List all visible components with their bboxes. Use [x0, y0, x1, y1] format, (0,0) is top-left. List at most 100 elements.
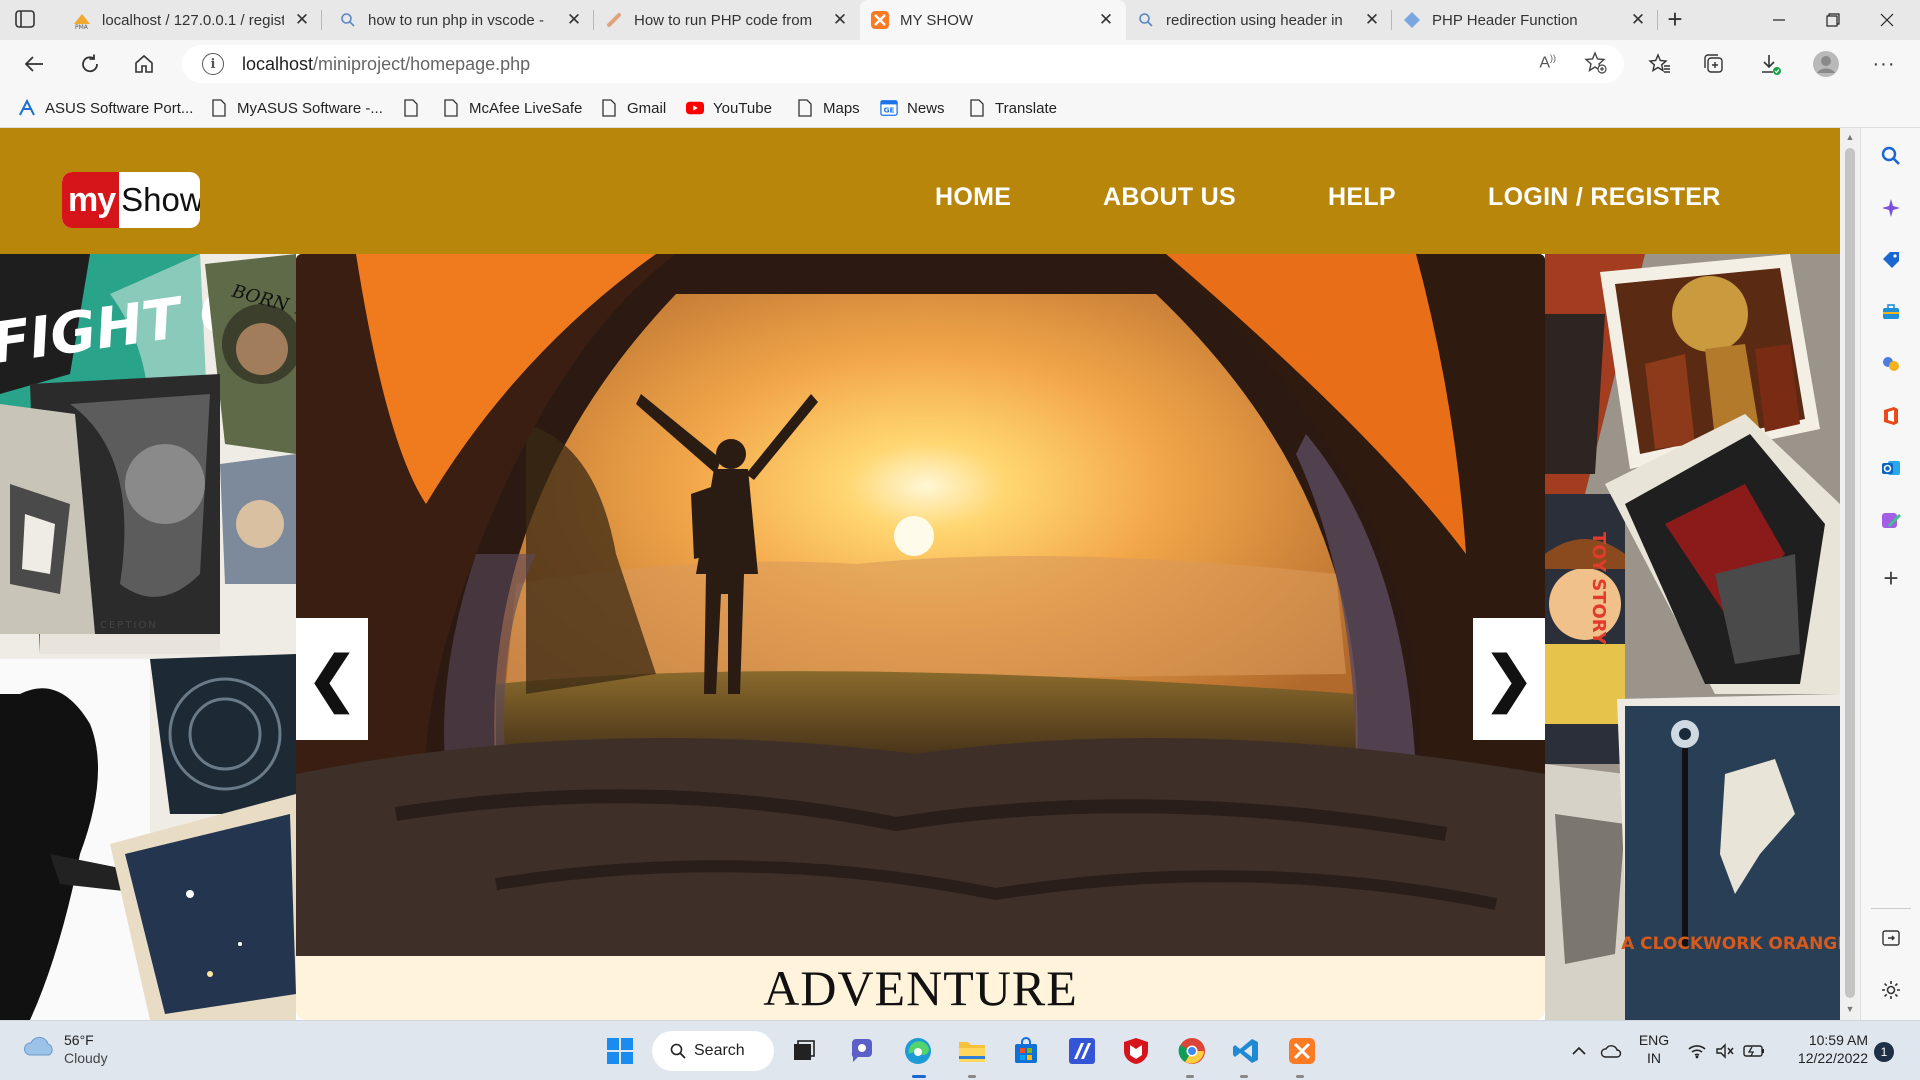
tray-overflow-icon[interactable]: [1564, 1033, 1594, 1069]
minimize-icon[interactable]: [1752, 0, 1806, 40]
weather-widget[interactable]: 56°F Cloudy: [64, 1031, 108, 1067]
nav-home[interactable]: HOME: [935, 183, 1011, 212]
favorites-icon[interactable]: [1644, 48, 1676, 80]
favorite-mcafee[interactable]: McAfee LiveSafe: [442, 96, 582, 120]
page-viewport: my Show FIGHT CLUB BORN TO REBEL CEPTION: [0, 128, 1840, 1020]
vscode-icon[interactable]: [1228, 1033, 1264, 1069]
close-tab-icon[interactable]: ✕: [830, 10, 850, 30]
close-tab-icon[interactable]: ✕: [564, 10, 584, 30]
favorite-asus[interactable]: ASUS Software Port...: [18, 96, 193, 120]
read-aloud-icon[interactable]: A)): [1539, 53, 1556, 72]
refresh-icon[interactable]: [74, 48, 106, 80]
sidebar-search-icon[interactable]: [1877, 142, 1905, 170]
slider-next-button[interactable]: ❯: [1473, 618, 1545, 740]
nav-login-register[interactable]: LOGIN / REGISTER: [1488, 183, 1721, 212]
sidebar-add-icon[interactable]: +: [1877, 563, 1905, 593]
chrome-icon[interactable]: [1174, 1033, 1210, 1069]
favorites-bar: ASUS Software Port... MyASUS Software -.…: [0, 88, 1920, 128]
weather-icon[interactable]: [22, 1033, 56, 1064]
xampp-icon: [870, 10, 890, 30]
tab-search-php-vscode[interactable]: how to run php in vscode - ✕: [328, 0, 594, 40]
tab-actions-icon[interactable]: [14, 8, 40, 32]
favorite-youtube[interactable]: YouTube: [686, 96, 772, 120]
favorite-blank[interactable]: [402, 96, 429, 120]
task-view-icon[interactable]: [786, 1033, 822, 1069]
mcafee-icon[interactable]: [1118, 1033, 1154, 1069]
sidebar-designer-icon[interactable]: [1877, 506, 1905, 534]
xampp-taskbar-icon[interactable]: [1284, 1033, 1320, 1069]
scroll-up-icon[interactable]: ▲: [1845, 132, 1855, 142]
article-icon: [604, 10, 624, 30]
home-icon[interactable]: [128, 48, 160, 80]
sidebar-tools-icon[interactable]: [1877, 298, 1905, 326]
sidebar-office-icon[interactable]: [1877, 402, 1905, 430]
close-window-icon[interactable]: [1860, 0, 1914, 40]
scrollbar-thumb[interactable]: [1845, 148, 1855, 998]
new-tab-icon[interactable]: +: [1660, 6, 1690, 34]
sidebar-games-icon[interactable]: [1877, 350, 1905, 378]
logo-show: Show: [121, 181, 200, 218]
address-bar[interactable]: i localhost/miniproject/homepage.php A)): [182, 45, 1624, 83]
wifi-icon[interactable]: [1684, 1033, 1710, 1069]
poster-title-inception: CEPTION: [100, 620, 158, 631]
sidebar-hide-icon[interactable]: [1877, 924, 1905, 952]
tab-title: MY SHOW: [900, 11, 974, 29]
svg-text:GE: GE: [884, 106, 895, 115]
collections-icon[interactable]: [1698, 48, 1730, 80]
favorite-news[interactable]: GE News: [880, 96, 945, 120]
site-info-icon[interactable]: i: [202, 53, 224, 75]
phpmyadmin-icon: PMA: [72, 10, 92, 30]
file-explorer-icon[interactable]: [954, 1033, 990, 1069]
restore-icon[interactable]: [1806, 0, 1860, 40]
search-icon: [670, 1043, 686, 1059]
tab-php-header-function[interactable]: PHP Header Function ✕: [1392, 0, 1658, 40]
favorite-translate[interactable]: Translate: [968, 96, 1057, 120]
page-scrollbar[interactable]: ▲ ▼: [1840, 128, 1860, 1020]
tab-title: how to run php in vscode -: [368, 11, 544, 29]
tab-phpmyadmin[interactable]: PMA localhost / 127.0.0.1 / regist ✕: [62, 0, 322, 40]
favorite-maps[interactable]: Maps: [796, 96, 860, 120]
notification-badge[interactable]: 1: [1874, 1042, 1894, 1062]
clock[interactable]: 10:59 AM 12/22/2022: [1784, 1031, 1868, 1067]
windows-taskbar: 56°F Cloudy Search ENG IN 10:59 AM 12/22…: [0, 1020, 1920, 1080]
close-tab-icon[interactable]: ✕: [292, 10, 312, 30]
sidebar-shopping-icon[interactable]: [1877, 246, 1905, 274]
slider-prev-button[interactable]: ❮: [296, 618, 368, 740]
taskbar-search[interactable]: Search: [652, 1031, 774, 1071]
sidebar-outlook-icon[interactable]: [1877, 454, 1905, 482]
onedrive-icon[interactable]: [1596, 1033, 1626, 1069]
downloads-icon[interactable]: [1754, 48, 1786, 80]
nav-about-us[interactable]: ABOUT US: [1103, 183, 1236, 212]
poster-title-clockwork: A CLOCKWORK ORANGE: [1621, 934, 1840, 954]
back-icon[interactable]: [18, 48, 50, 80]
store-icon[interactable]: [1008, 1033, 1044, 1069]
site-logo[interactable]: my Show: [62, 172, 200, 228]
app-icon[interactable]: [1064, 1033, 1100, 1069]
favorite-gmail[interactable]: Gmail: [600, 96, 666, 120]
edge-sidebar: +: [1860, 128, 1920, 1020]
start-icon[interactable]: [602, 1033, 638, 1069]
tab-run-php-code[interactable]: How to run PHP code from ✕: [594, 0, 860, 40]
battery-icon[interactable]: [1740, 1033, 1768, 1069]
nav-help[interactable]: HELP: [1328, 183, 1396, 212]
add-favorite-icon[interactable]: [1584, 51, 1608, 80]
teams-chat-icon[interactable]: [844, 1033, 880, 1069]
close-tab-icon[interactable]: ✕: [1628, 10, 1648, 30]
news-icon: GE: [880, 99, 898, 117]
more-menu-icon[interactable]: ···: [1868, 48, 1900, 80]
poster-collage-left-art: FIGHT CLUB BORN TO REBEL CEPTION: [0, 254, 296, 1020]
close-tab-icon[interactable]: ✕: [1096, 10, 1116, 30]
url-text[interactable]: localhost/miniproject/homepage.php: [242, 54, 530, 75]
scroll-down-icon[interactable]: ▼: [1845, 1004, 1855, 1014]
tab-redirection-header[interactable]: redirection using header in ✕: [1126, 0, 1392, 40]
close-tab-icon[interactable]: ✕: [1362, 10, 1382, 30]
favorite-myasus[interactable]: MyASUS Software -...: [210, 96, 383, 120]
sidebar-settings-icon[interactable]: [1877, 976, 1905, 1004]
volume-muted-icon[interactable]: [1712, 1033, 1738, 1069]
profile-avatar[interactable]: [1810, 48, 1842, 80]
tab-title: PHP Header Function: [1432, 11, 1578, 29]
tab-my-show[interactable]: MY SHOW ✕: [860, 0, 1126, 40]
edge-browser-icon[interactable]: [900, 1033, 936, 1069]
language-indicator[interactable]: ENG IN: [1632, 1031, 1676, 1067]
sidebar-discover-icon[interactable]: [1877, 194, 1905, 222]
